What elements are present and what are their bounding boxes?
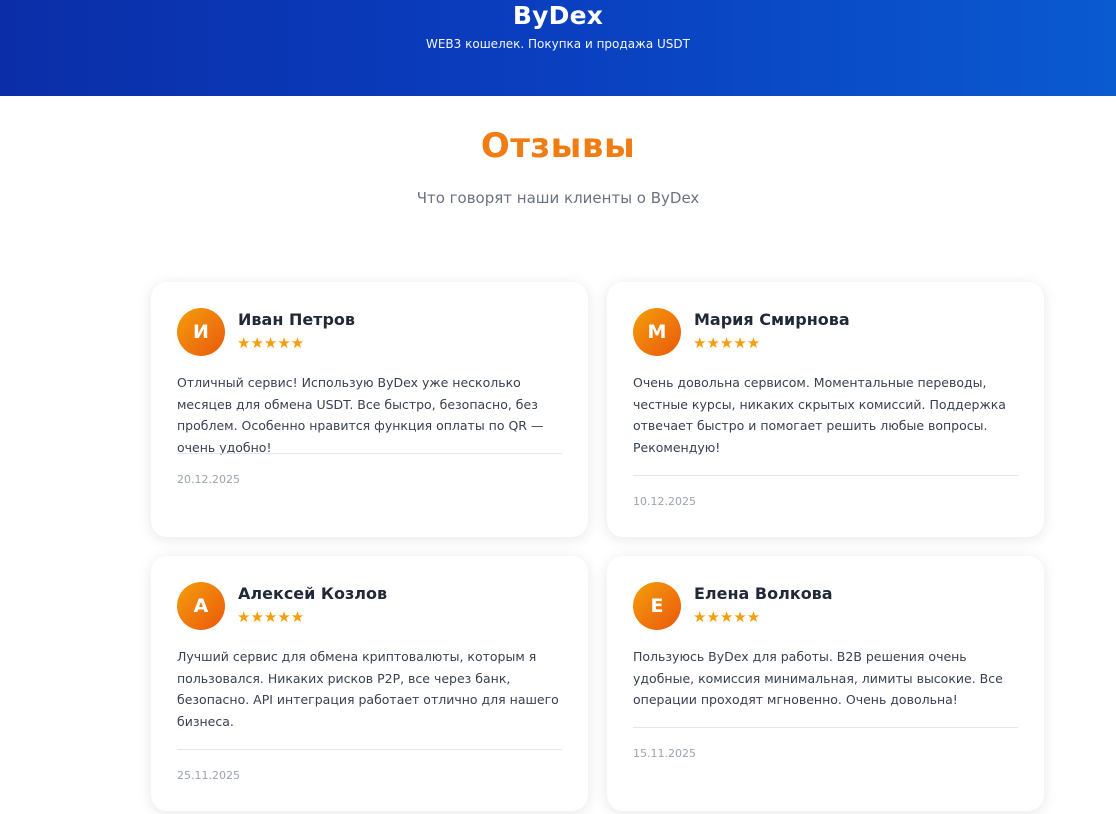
- review-date: 10.12.2025: [633, 495, 696, 508]
- review-card: М Мария Смирнова ★★★★★ Очень довольна се…: [607, 282, 1044, 537]
- review-text: Пользуюсь ByDex для работы. B2B решения …: [633, 649, 1003, 707]
- divider: [177, 453, 562, 454]
- divider: [633, 475, 1018, 476]
- site-header: ByDex WEB3 кошелек. Покупка и продажа US…: [0, 0, 1116, 96]
- section-title: Отзывы: [480, 126, 636, 166]
- review-card: И Иван Петров ★★★★★ Отличный сервис! Исп…: [151, 282, 588, 537]
- review-text: Очень довольна сервисом. Моментальные пе…: [633, 375, 1006, 455]
- divider: [177, 749, 562, 750]
- brand-tagline: WEB3 кошелек. Покупка и продажа USDT: [425, 37, 690, 51]
- rating-stars-icon: ★★★★★: [237, 334, 305, 352]
- avatar: И: [177, 308, 225, 356]
- reviewer-name: Мария Смирнова: [694, 310, 850, 329]
- avatar: М: [633, 308, 681, 356]
- reviewer-name: Елена Волкова: [694, 584, 833, 603]
- review-date: 15.11.2025: [633, 747, 696, 760]
- review-card: Е Елена Волкова ★★★★★ Пользуюсь ByDex дл…: [607, 556, 1044, 811]
- rating-stars-icon: ★★★★★: [693, 334, 761, 352]
- review-text: Лучший сервис для обмена криптовалюты, к…: [177, 649, 559, 729]
- review-date: 20.12.2025: [177, 473, 240, 486]
- avatar: А: [177, 582, 225, 630]
- review-date: 25.11.2025: [177, 769, 240, 782]
- section-subtitle: Что говорят наши клиенты о ByDex: [416, 189, 700, 207]
- avatar: Е: [633, 582, 681, 630]
- brand-logo[interactable]: ByDex: [0, 0, 1116, 32]
- reviewer-name: Иван Петров: [238, 310, 356, 329]
- rating-stars-icon: ★★★★★: [237, 608, 305, 626]
- review-text: Отличный сервис! Использую ByDex уже нес…: [177, 375, 544, 455]
- divider: [633, 727, 1018, 728]
- reviewer-name: Алексей Козлов: [238, 584, 388, 603]
- review-card: А Алексей Козлов ★★★★★ Лучший сервис для…: [151, 556, 588, 811]
- rating-stars-icon: ★★★★★: [693, 608, 761, 626]
